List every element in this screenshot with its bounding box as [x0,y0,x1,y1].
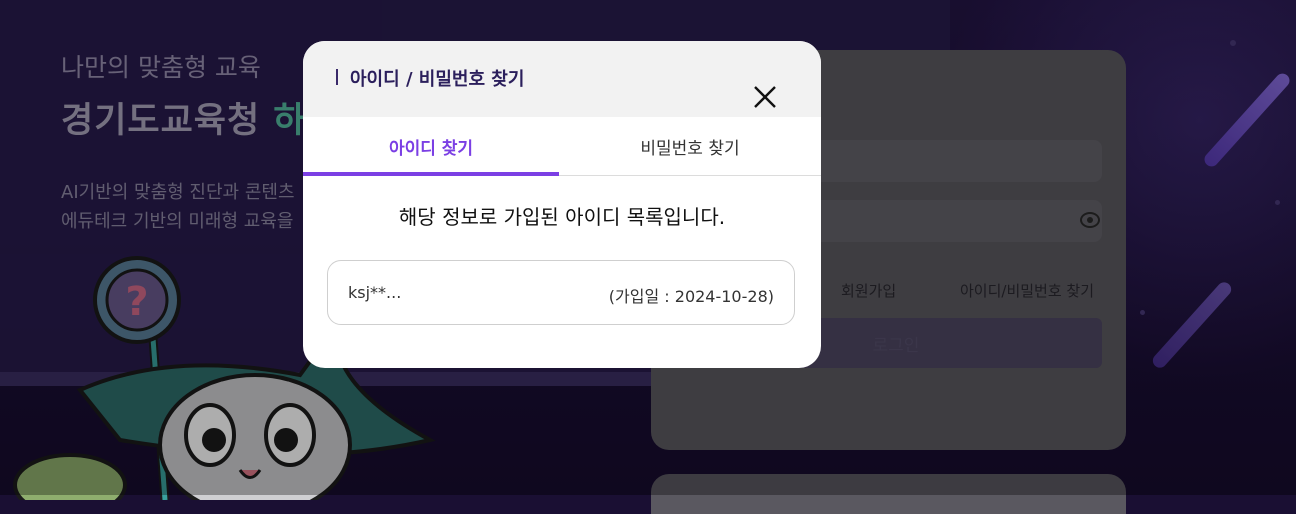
modal-tabs: 아이디 찾기 비밀번호 찾기 [303,117,821,176]
modal-title: 아이디 / 비밀번호 찾기 [350,69,525,90]
close-icon[interactable] [751,83,779,111]
result-message: 해당 정보로 가입된 아이디 목록입니다. [398,205,726,229]
result-user-id: ksj**... [348,283,402,302]
result-list-item[interactable]: ksj**... (가입일 : 2024-10-28) [327,260,795,325]
modal-header: 아이디 / 비밀번호 찾기 [303,41,821,117]
tab-find-password[interactable]: 비밀번호 찾기 [559,117,821,175]
find-account-modal: 아이디 / 비밀번호 찾기 아이디 찾기 비밀번호 찾기 해당 정보로 가입된 … [303,41,821,368]
title-accent-bar [336,69,338,85]
tab-find-id[interactable]: 아이디 찾기 [303,117,559,176]
result-join-date: (가입일 : 2024-10-28) [608,287,774,306]
